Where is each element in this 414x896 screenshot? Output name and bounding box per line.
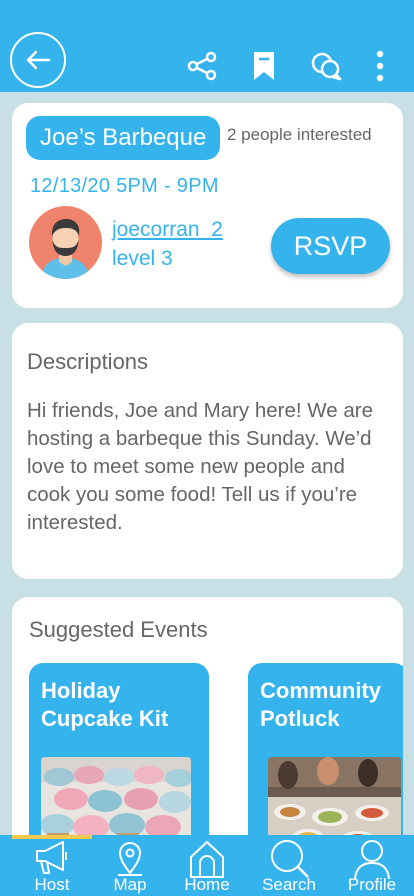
more-vertical-icon <box>376 50 384 82</box>
more-options-button[interactable] <box>362 48 398 84</box>
nav-label: Profile <box>347 875 397 894</box>
potluck-image <box>268 757 401 847</box>
chat-icon <box>311 52 342 81</box>
rsvp-button[interactable]: RSVP <box>271 218 390 274</box>
potluck-photo <box>268 757 401 847</box>
suggested-event-card[interactable]: Holiday Cupcake Kit <box>29 663 209 857</box>
home-icon <box>190 841 224 878</box>
nav-item-host[interactable]: Host <box>11 835 93 896</box>
bookmark-icon <box>254 52 274 80</box>
nav-label: Home <box>184 875 230 894</box>
share-button[interactable] <box>184 48 220 84</box>
profile-icon <box>354 840 390 879</box>
cupcakes-photo <box>41 757 191 847</box>
nav-item-profile[interactable]: Profile <box>331 835 413 896</box>
nav-item-map[interactable]: Map <box>89 835 171 896</box>
nav-label: Map <box>113 875 147 894</box>
event-datetime: 12/13/20 5PM - 9PM <box>30 175 219 197</box>
map-pin-icon <box>118 842 142 876</box>
bottom-navigation: Host Map Home Search Profile <box>0 835 414 896</box>
back-button[interactable] <box>10 32 66 88</box>
suggested-events-card: Suggested Events Holiday Cupcake Kit Com… <box>12 597 403 857</box>
bookmark-button[interactable] <box>246 48 282 84</box>
search-icon <box>271 840 309 878</box>
share-icon <box>187 51 217 81</box>
event-summary-card: Joe’s Barbeque 2 people interested 12/13… <box>12 103 403 308</box>
top-app-bar <box>0 0 414 92</box>
description-heading: Descriptions <box>27 349 149 374</box>
cupcakes-image <box>41 757 191 847</box>
interested-count: 2 people interested <box>227 125 372 144</box>
nav-item-search[interactable]: Search <box>248 835 330 896</box>
nav-label: Host <box>34 875 70 894</box>
person-avatar-icon <box>41 219 90 279</box>
chat-button[interactable] <box>308 48 344 84</box>
nav-item-home[interactable]: Home <box>166 835 248 896</box>
description-card: Descriptions Hi friends, Joe and Mary he… <box>12 323 403 579</box>
nav-label: Search <box>262 875 316 894</box>
host-avatar[interactable] <box>29 206 102 279</box>
suggested-event-title: Holiday Cupcake Kit <box>41 678 169 731</box>
host-username-link[interactable]: joecorran_2 <box>112 218 223 242</box>
suggested-event-card[interactable]: Community Potluck <box>248 663 403 857</box>
arrow-left-icon <box>26 50 51 70</box>
event-title: Joe’s Barbeque <box>26 116 221 160</box>
host-level: level 3 <box>112 247 173 270</box>
suggested-event-title: Community Potluck <box>260 678 381 731</box>
megaphone-icon <box>36 841 67 874</box>
description-body: Hi friends, Joe and Mary here! We are ho… <box>27 399 373 534</box>
suggested-events-heading: Suggested Events <box>29 617 208 642</box>
